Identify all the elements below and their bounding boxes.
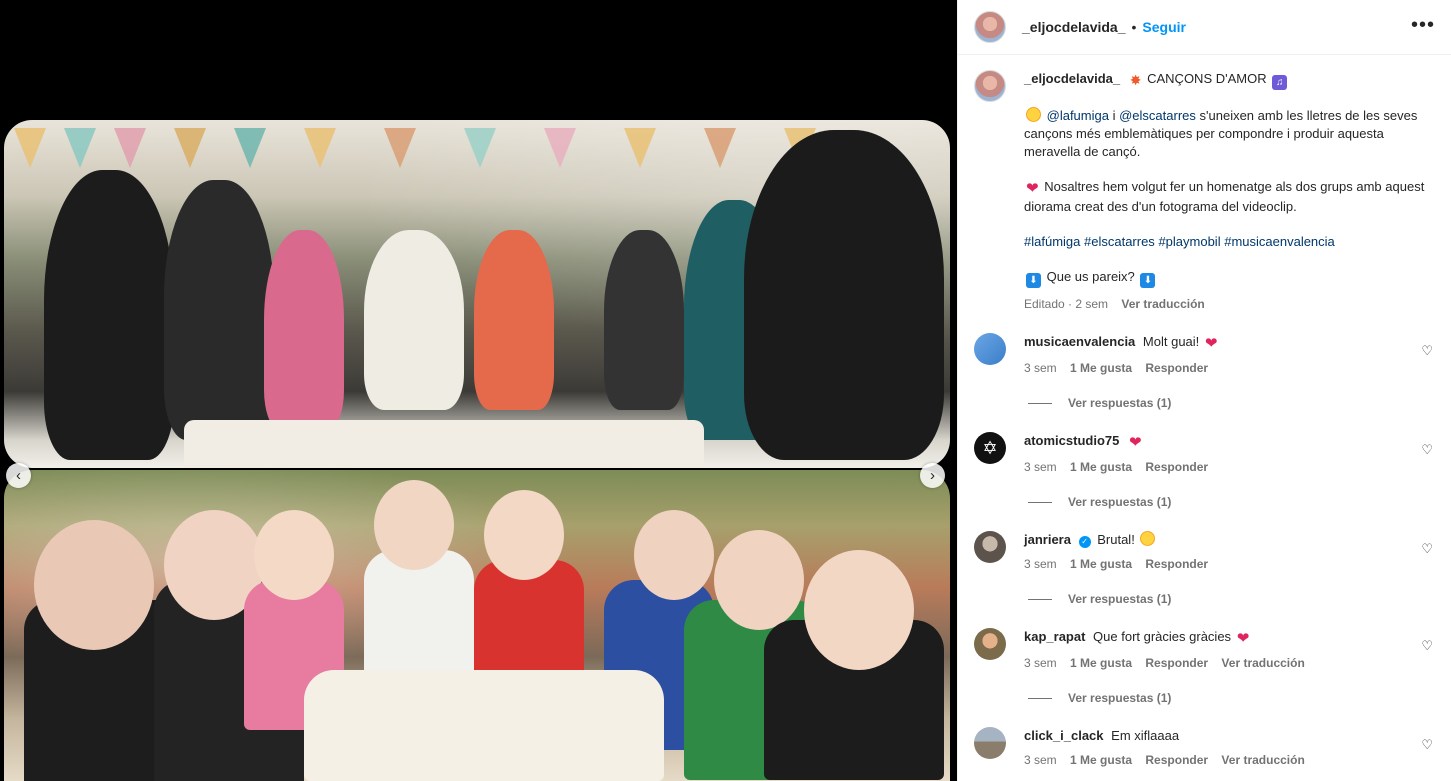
comment-username[interactable]: janriera — [1024, 532, 1071, 547]
music-notes-emoji-icon: ♫ — [1272, 75, 1288, 90]
comment-text: Molt guai! — [1142, 334, 1200, 349]
heart-outline-icon[interactable]: ♡ — [1421, 737, 1433, 753]
follow-button[interactable]: Seguir — [1142, 19, 1186, 35]
view-replies-label: Ver respuestas (1) — [1068, 691, 1172, 705]
comment-text: Brutal! — [1097, 532, 1135, 547]
comment-likes[interactable]: 1 Me gusta — [1070, 753, 1132, 767]
post-header: _eljocdelavida_ • Seguir ••• — [958, 0, 1451, 55]
avatar[interactable] — [974, 70, 1006, 102]
heart-outline-icon[interactable]: ♡ — [1421, 541, 1433, 557]
view-replies-button[interactable]: Ver respuestas (1) — [974, 396, 1435, 410]
red-heart-emoji-icon: ❤ — [1204, 335, 1218, 352]
avatar[interactable] — [974, 333, 1006, 365]
caption-conjunction: i — [1112, 108, 1116, 123]
comment-text: Em xiflaaaa — [1111, 728, 1180, 743]
comment-text: Que fort gràcies gràcies — [1093, 629, 1232, 644]
prev-slide-button[interactable]: ‹ — [6, 463, 31, 488]
comment-time: 3 sem — [1024, 361, 1057, 375]
translate-link[interactable]: Ver traducción — [1221, 753, 1304, 767]
view-replies-button[interactable]: Ver respuestas (1) — [974, 592, 1435, 606]
comment-username[interactable]: musicaenvalencia — [1024, 334, 1135, 349]
caption-paragraph-2: ❤ Nosaltres hem volgut fer un homenatge … — [1024, 178, 1434, 216]
comment-time: 3 sem — [1024, 656, 1057, 670]
avatar[interactable] — [974, 531, 1006, 563]
star-struck-emoji-icon — [1026, 107, 1041, 122]
caption-question-text: Que us pareix? — [1046, 269, 1135, 284]
avatar[interactable]: ✡ — [974, 432, 1006, 464]
hashtag-link[interactable]: #lafúmiga — [1024, 234, 1080, 249]
view-replies-label: Ver respuestas (1) — [1068, 495, 1172, 509]
comment-likes[interactable]: 1 Me gusta — [1070, 460, 1132, 474]
comment-time: 3 sem — [1024, 557, 1057, 571]
heart-outline-icon[interactable]: ♡ — [1421, 343, 1433, 359]
red-heart-emoji-icon: ❤ — [1236, 630, 1250, 647]
playmobil-diorama-photo — [4, 470, 950, 781]
reply-button[interactable]: Responder — [1145, 361, 1208, 375]
caption-paragraph-1: @lafumiga i @elscatarres s'uneixen amb l… — [1024, 107, 1434, 161]
comment: janriera ✓ Brutal! 3 sem 1 Me gusta Resp… — [974, 531, 1435, 573]
reply-button[interactable]: Responder — [1145, 460, 1208, 474]
verified-badge-icon: ✓ — [1078, 536, 1091, 548]
edited-timestamp: Editado · 2 sem — [1024, 297, 1109, 311]
videoclip-photo — [4, 120, 950, 468]
comment-likes[interactable]: 1 Me gusta — [1070, 361, 1132, 375]
comment-time: 3 sem — [1024, 460, 1057, 474]
comment-time: 3 sem — [1024, 753, 1057, 767]
comment: ✡ atomicstudio75 ❤ 3 sem 1 Me gusta Resp… — [974, 432, 1435, 476]
avatar[interactable] — [974, 727, 1006, 759]
author-username[interactable]: _eljocdelavida_ — [1022, 19, 1126, 35]
view-replies-label: Ver respuestas (1) — [1068, 592, 1172, 606]
down-arrow-emoji-icon: ⬇ — [1140, 273, 1156, 288]
caption-question: ⬇ Que us pareix? ⬇ — [1024, 268, 1434, 288]
separator-dot: • — [1131, 19, 1137, 35]
hashtag-link[interactable]: #elscatarres — [1084, 234, 1155, 249]
comments-scroll-area[interactable]: _eljocdelavida_ ✸ CANÇONS D'AMOR ♫ @lafu… — [958, 56, 1451, 781]
star-struck-emoji-icon — [1140, 531, 1156, 546]
avatar[interactable] — [974, 628, 1006, 660]
chevron-left-icon: ‹ — [16, 467, 21, 484]
next-slide-button[interactable]: › — [920, 463, 945, 488]
post-details-panel: _eljocdelavida_ • Seguir ••• _eljocdelav… — [957, 0, 1451, 781]
hashtag-link[interactable]: #musicaenvalencia — [1224, 234, 1335, 249]
view-replies-button[interactable]: Ver respuestas (1) — [974, 495, 1435, 509]
view-replies-button[interactable]: Ver respuestas (1) — [974, 691, 1435, 705]
post-media[interactable]: ‹ › — [0, 0, 957, 781]
mention-elscatarres[interactable]: @elscatarres — [1119, 108, 1196, 123]
comment-username[interactable]: atomicstudio75 — [1024, 433, 1119, 448]
comment: kap_rapat Que fort gràcies gràcies ❤ 3 s… — [974, 628, 1435, 672]
avatar[interactable] — [974, 11, 1006, 43]
view-replies-label: Ver respuestas (1) — [1068, 396, 1172, 410]
post-caption: _eljocdelavida_ ✸ CANÇONS D'AMOR ♫ @lafu… — [974, 70, 1435, 313]
mention-lafumiga[interactable]: @lafumiga — [1047, 108, 1109, 123]
comment: click_i_clack Em xiflaaaa 3 sem 1 Me gus… — [974, 727, 1435, 769]
replies-divider — [1028, 697, 1052, 699]
collision-emoji-icon: ✸ — [1129, 72, 1142, 88]
heart-outline-icon[interactable]: ♡ — [1421, 442, 1433, 458]
caption-text-2: Nosaltres hem volgut fer un homenatge al… — [1024, 179, 1425, 214]
comment-likes[interactable]: 1 Me gusta — [1070, 656, 1132, 670]
red-heart-emoji-icon: ❤ — [1026, 180, 1039, 197]
comment-username[interactable]: click_i_clack — [1024, 728, 1104, 743]
caption-username[interactable]: _eljocdelavida_ — [1024, 71, 1120, 86]
reply-button[interactable]: Responder — [1145, 656, 1208, 670]
replies-divider — [1028, 598, 1052, 600]
hashtag-link[interactable]: #playmobil — [1158, 234, 1220, 249]
caption-meta: Editado · 2 sem Ver traducción — [1024, 295, 1434, 313]
more-horizontal-icon[interactable]: ••• — [1411, 14, 1435, 37]
translate-link[interactable]: Ver traducción — [1121, 297, 1204, 311]
reply-button[interactable]: Responder — [1145, 753, 1208, 767]
red-heart-emoji-icon: ❤ — [1128, 434, 1142, 451]
comment: musicaenvalencia Molt guai! ❤ 3 sem 1 Me… — [974, 333, 1435, 377]
heart-outline-icon[interactable]: ♡ — [1421, 638, 1433, 654]
reply-button[interactable]: Responder — [1145, 557, 1208, 571]
comment-username[interactable]: kap_rapat — [1024, 629, 1085, 644]
translate-link[interactable]: Ver traducción — [1221, 656, 1304, 670]
caption-title: CANÇONS D'AMOR — [1147, 71, 1267, 86]
down-arrow-emoji-icon: ⬇ — [1026, 273, 1041, 288]
caption-hashtags: #lafúmiga #elscatarres #playmobil #music… — [1024, 233, 1434, 251]
chevron-right-icon: › — [930, 467, 935, 484]
replies-divider — [1028, 402, 1052, 404]
comment-likes[interactable]: 1 Me gusta — [1070, 557, 1132, 571]
replies-divider — [1028, 501, 1052, 503]
